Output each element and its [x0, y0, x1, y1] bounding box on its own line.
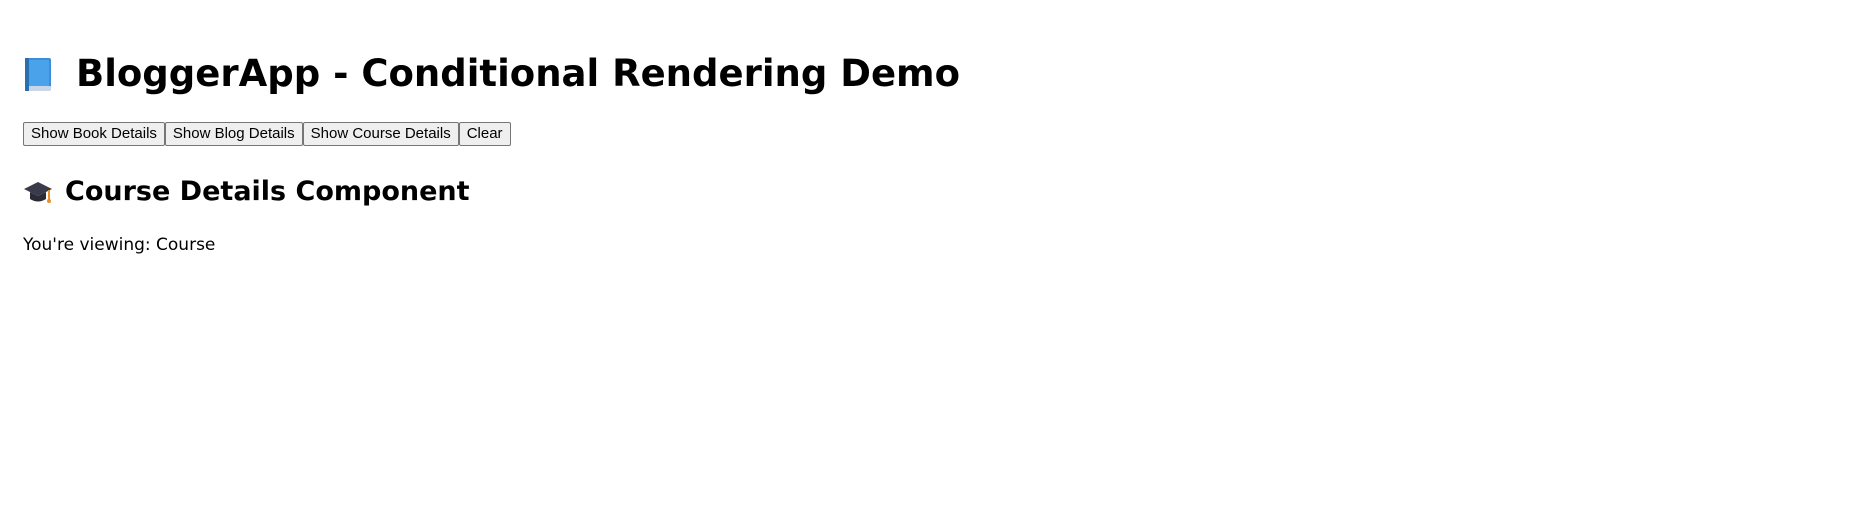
course-details-title: Course Details Component	[65, 176, 470, 207]
toolbar: Show Book Details Show Blog Details Show…	[23, 122, 1853, 146]
app-title-heading: BloggerApp - Conditional Rendering Demo	[23, 0, 1853, 98]
app-title-text: BloggerApp - Conditional Rendering Demo	[76, 52, 961, 95]
viewing-value: Course	[156, 235, 216, 255]
show-course-details-button[interactable]: Show Course Details	[302, 122, 459, 146]
viewing-status: You're viewing: Course	[23, 234, 1853, 256]
show-blog-details-button[interactable]: Show Blog Details	[164, 122, 303, 146]
page: BloggerApp - Conditional Rendering Demo …	[0, 0, 1876, 520]
viewing-label: You're viewing:	[23, 235, 151, 255]
clear-button[interactable]: Clear	[458, 122, 511, 146]
graduation-cap-icon	[23, 178, 53, 206]
course-details-heading: Course Details Component	[23, 174, 1853, 210]
blue-book-icon	[23, 56, 54, 93]
show-book-details-button[interactable]: Show Book Details	[23, 122, 165, 146]
